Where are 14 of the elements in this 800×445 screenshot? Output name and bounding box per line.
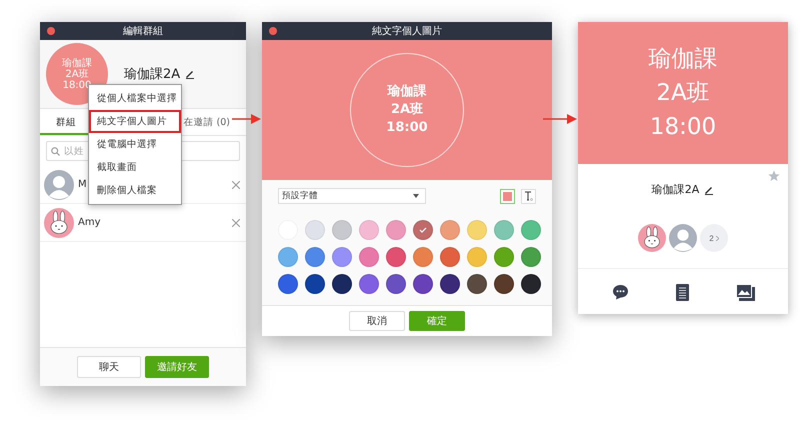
cover-text: 2A班 bbox=[656, 79, 710, 108]
cover-text: 瑜伽課 bbox=[648, 45, 718, 74]
member-name: Amy bbox=[78, 217, 100, 228]
preview-text: 2A班 bbox=[390, 101, 424, 119]
avatar-text: 瑜伽課 bbox=[62, 58, 92, 68]
group-name: 瑜伽課2A bbox=[652, 182, 700, 197]
avatar-text: 2A班 bbox=[65, 68, 89, 80]
window-title: 純文字個人圖片 bbox=[372, 24, 442, 38]
preview-text: 瑜伽課 bbox=[388, 83, 426, 101]
group-name: 瑜伽課2A bbox=[124, 66, 180, 83]
cover-text: 18:00 bbox=[650, 113, 716, 142]
window-title: 編輯群組 bbox=[123, 25, 163, 38]
preview-text: 18:00 bbox=[386, 119, 428, 137]
member-name: M bbox=[78, 179, 87, 190]
